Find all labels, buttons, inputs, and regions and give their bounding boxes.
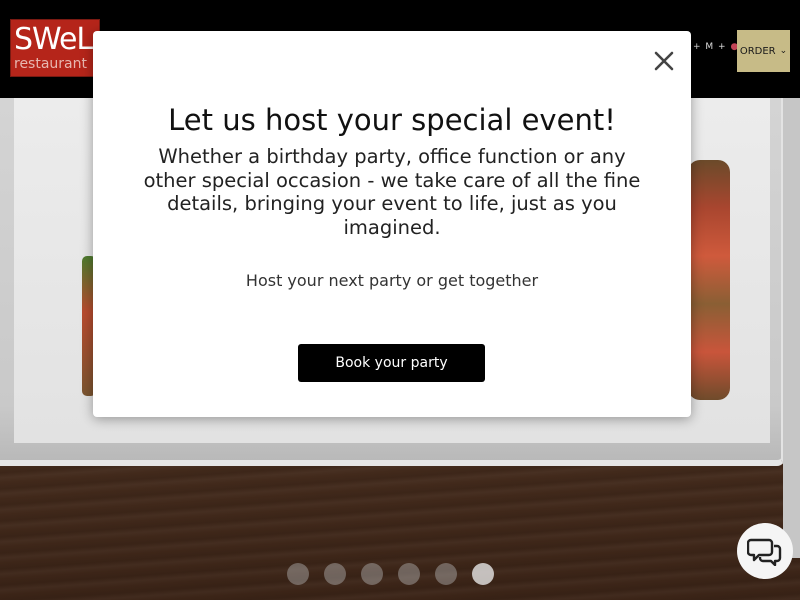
logo-subtext: restaurant <box>14 56 87 72</box>
carousel-dot[interactable] <box>472 563 494 585</box>
carousel-dot[interactable] <box>361 563 383 585</box>
event-modal: Let us host your special event! Whether … <box>93 31 691 417</box>
modal-body-text: Whether a birthday party, office functio… <box>143 145 641 239</box>
modal-subtitle: Host your next party or get together <box>245 271 539 290</box>
order-label: ORDER <box>739 45 776 57</box>
logo[interactable]: SWeL restaurant <box>10 19 100 77</box>
scrollbar[interactable] <box>783 98 800 558</box>
header-icons-text: + M + <box>693 42 727 52</box>
carousel-dot[interactable] <box>398 563 420 585</box>
header-icons[interactable]: + M + ● <box>693 42 739 58</box>
food-image-right <box>688 160 730 400</box>
chat-button[interactable] <box>737 523 793 579</box>
carousel-dots <box>287 563 494 585</box>
page: SWeL restaurant + M + ● ORDER ⌄ Let us h… <box>0 0 800 600</box>
carousel-dot[interactable] <box>287 563 309 585</box>
carousel-dot[interactable] <box>435 563 457 585</box>
close-icon <box>654 51 674 71</box>
modal-title: Let us host your special event! <box>168 103 616 137</box>
chat-icon <box>747 538 782 566</box>
close-button[interactable] <box>652 49 676 73</box>
logo-text: SWeL <box>14 22 93 57</box>
chevron-down-icon: ⌄ <box>779 46 788 56</box>
order-button[interactable]: ORDER ⌄ <box>737 30 790 72</box>
book-party-button[interactable]: Book your party <box>298 344 485 382</box>
carousel-dot[interactable] <box>324 563 346 585</box>
